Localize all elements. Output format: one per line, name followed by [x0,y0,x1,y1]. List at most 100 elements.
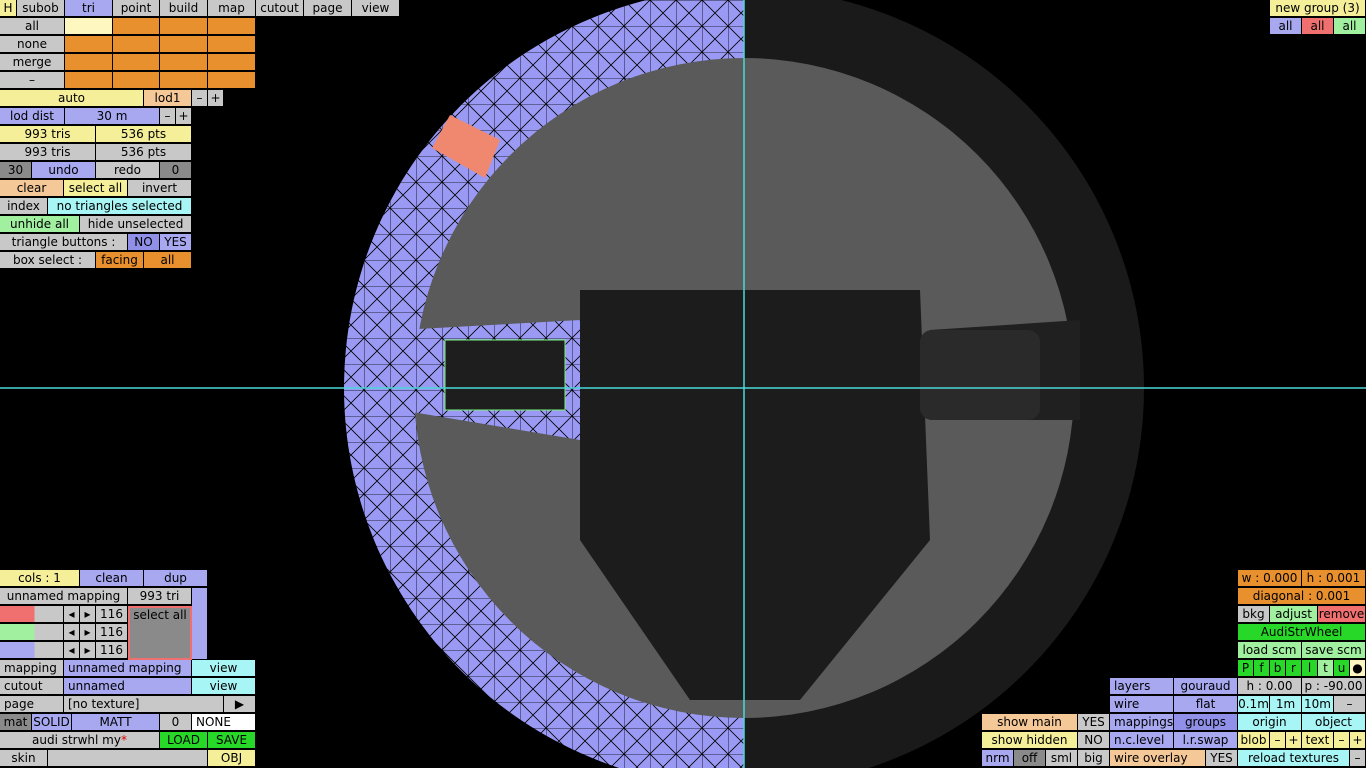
flat-button[interactable]: flat [1174,696,1238,713]
view-t-button[interactable]: t [1318,660,1334,677]
group-name[interactable]: new group (3) [1270,0,1366,17]
box-select-facing[interactable]: facing [96,252,144,269]
view-tab[interactable]: view [352,0,400,17]
step-1m-button[interactable]: 1m [1270,696,1302,713]
solid-button[interactable]: SOLID [32,714,72,731]
subobject-slot[interactable] [208,54,256,71]
group-all-green[interactable]: all [1334,18,1366,35]
show-main-label[interactable]: show main [982,714,1078,731]
cols-value[interactable]: cols : 1 [0,570,80,587]
red-channel-slider[interactable] [0,606,64,623]
cutout-value[interactable]: unnamed [64,678,192,695]
dash-button[interactable]: – [0,72,65,89]
sml-button[interactable]: sml [1046,750,1078,767]
reload-minus-button[interactable]: – [1350,750,1366,767]
blob-plus-button[interactable]: + [1286,732,1302,749]
view-l-button[interactable]: l [1302,660,1318,677]
subobject-slot[interactable] [160,54,208,71]
subobject-slot[interactable] [113,54,160,71]
subobject-slot[interactable] [65,18,113,35]
save-scm-button[interactable]: save scm [1302,642,1366,659]
blue-channel-slider[interactable] [0,642,64,659]
invert-button[interactable]: invert [128,180,192,197]
nc-level-button[interactable]: n.c.level [1110,732,1174,749]
subob-tab[interactable]: subob [17,0,65,17]
subobject-slot[interactable] [113,18,160,35]
wire-button[interactable]: wire [1110,696,1174,713]
page-arrow-icon[interactable]: ▶ [224,696,256,713]
matt-button[interactable]: MATT [72,714,160,731]
page-value[interactable]: [no texture] [64,696,224,713]
object-button[interactable]: object [1302,714,1366,731]
subobject-slot[interactable] [113,72,160,89]
undo-button[interactable]: undo [32,162,96,179]
show-hidden-value[interactable]: NO [1078,732,1110,749]
text-button[interactable]: text [1302,732,1334,749]
cutout-tab[interactable]: cutout [256,0,304,17]
subobject-slot[interactable] [65,72,113,89]
show-main-value[interactable]: YES [1078,714,1110,731]
unhide-all-button[interactable]: unhide all [0,216,80,233]
red-right-arrow[interactable]: ▸ [80,606,96,623]
nrm-button[interactable]: nrm [982,750,1014,767]
load-button[interactable]: LOAD [160,732,208,749]
group-all-blue[interactable]: all [1270,18,1302,35]
skin-field[interactable] [48,750,208,767]
subobject-slot[interactable] [160,72,208,89]
lod1-button[interactable]: lod1 [144,90,192,107]
green-left-arrow[interactable]: ◂ [64,624,80,641]
blob-minus-button[interactable]: – [1270,732,1286,749]
view-dot-button[interactable]: ● [1350,660,1366,677]
subobject-slot[interactable] [160,18,208,35]
lod-dist-plus-button[interactable]: + [176,108,192,125]
origin-button[interactable]: origin [1238,714,1302,731]
text-minus-button[interactable]: – [1334,732,1350,749]
gouraud-button[interactable]: gouraud [1174,678,1238,695]
triangle-buttons-no[interactable]: NO [128,234,160,251]
dup-button[interactable]: dup [144,570,208,587]
step-minus-button[interactable]: – [1334,696,1366,713]
background-name[interactable]: AudiStrWheel [1238,624,1366,641]
remove-button[interactable]: remove [1318,606,1366,623]
auto-lod-button[interactable]: auto [0,90,144,107]
subobject-slot[interactable] [208,18,256,35]
lod-dist-value[interactable]: 30 m [65,108,160,125]
view-r-button[interactable]: r [1286,660,1302,677]
view-f-button[interactable]: f [1254,660,1270,677]
clean-button[interactable]: clean [80,570,144,587]
box-select-all[interactable]: all [144,252,192,269]
green-channel-slider[interactable] [0,624,64,641]
show-hidden-label[interactable]: show hidden [982,732,1078,749]
subobject-slot[interactable] [65,54,113,71]
subobject-slot[interactable] [113,36,160,53]
index-button[interactable]: index [0,198,48,215]
subobject-slot[interactable] [65,36,113,53]
clear-button[interactable]: clear [0,180,64,197]
wire-overlay-value[interactable]: YES [1206,750,1238,767]
build-tab[interactable]: build [160,0,208,17]
h-button[interactable]: H [0,0,17,17]
green-right-arrow[interactable]: ▸ [80,624,96,641]
lr-swap-button[interactable]: l.r.swap [1174,732,1238,749]
merge-button[interactable]: merge [0,54,65,71]
bkg-button[interactable]: bkg [1238,606,1270,623]
page-tab[interactable]: page [304,0,352,17]
big-button[interactable]: big [1078,750,1110,767]
none-button[interactable]: none [0,36,65,53]
triangle-buttons-yes[interactable]: YES [160,234,192,251]
subobject-slot[interactable] [160,36,208,53]
select-all-subobjects-button[interactable]: all [0,18,65,35]
cutout-view-button[interactable]: view [192,678,256,695]
off-button[interactable]: off [1014,750,1046,767]
color-swatch-select-all[interactable]: select all [128,606,192,660]
mappings-button[interactable]: mappings [1110,714,1174,731]
select-all-button[interactable]: select all [64,180,128,197]
reload-textures-button[interactable]: reload textures [1238,750,1350,767]
subobject-slot[interactable] [208,36,256,53]
lod-dist-minus-button[interactable]: – [160,108,176,125]
step-0-1m-button[interactable]: 0.1m [1238,696,1270,713]
mapping-name[interactable]: unnamed mapping [0,588,128,605]
mapping-view-button[interactable]: view [192,660,256,677]
map-tab[interactable]: map [208,0,256,17]
view-u-button[interactable]: u [1334,660,1350,677]
